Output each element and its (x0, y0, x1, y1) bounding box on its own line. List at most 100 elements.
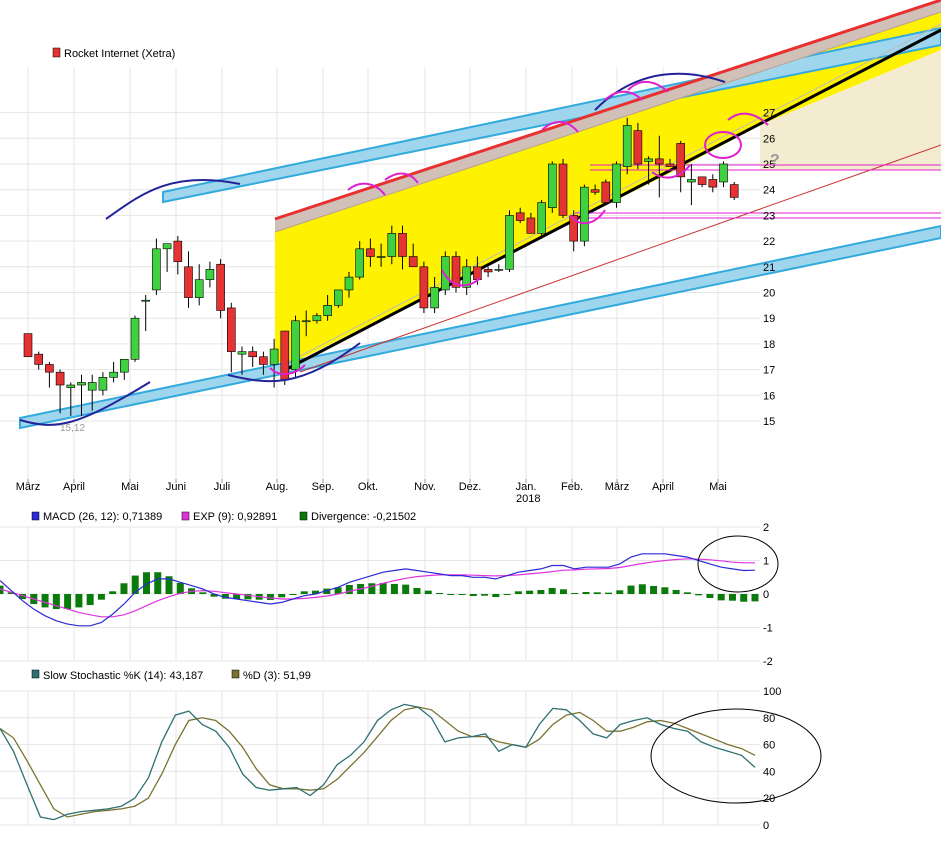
candle-up (130, 317, 140, 360)
question-mark-annotation: ? (770, 152, 780, 169)
price-x-tick-label: Juli (214, 481, 231, 493)
price-x-tick-label: März (16, 481, 40, 493)
divergence-bar (379, 582, 387, 594)
price-y-tick-label: 17 (763, 365, 775, 377)
candle-up (355, 248, 365, 278)
low-price-label: 15,12 (60, 423, 85, 434)
divergence-bar (728, 594, 736, 601)
stoch-d-legend-label: %D (3): 51,99 (243, 670, 311, 682)
divergence-bar (458, 594, 466, 595)
candle-down (45, 364, 54, 373)
candle-up (719, 163, 728, 183)
divergence-bar (638, 584, 646, 594)
divergence-bar (548, 587, 556, 594)
price-x-tick-label: Nov. (414, 481, 436, 493)
candle-up (120, 359, 129, 373)
candle-up (87, 382, 97, 391)
candle-up (98, 377, 108, 391)
candle-down (590, 189, 600, 193)
candle-up (333, 289, 343, 306)
price-x-tick-label: April (652, 481, 674, 493)
candle-down (34, 353, 44, 365)
candle-down (558, 163, 568, 216)
divergence-legend-label: Divergence: -0,21502 (311, 511, 416, 523)
divergence-bar (300, 591, 308, 594)
stoch-panel: 020406080100 Slow Stochastic %K (14): 43… (0, 669, 822, 832)
price-y-tick-label: 16 (763, 390, 775, 402)
price-x-tick-label: Mai (121, 481, 139, 493)
divergence-bar (559, 589, 567, 594)
candle-down (515, 212, 525, 221)
candle-up (430, 287, 439, 309)
exp-legend-swatch (181, 511, 190, 521)
exp-legend-label: EXP (9): 0,92891 (193, 511, 277, 523)
stoch-k-line (0, 703, 756, 821)
candle-up (687, 179, 696, 183)
price-legend-label: Rocket Internet (Xetra) (64, 48, 175, 60)
price-x-tick-label: Aug. (266, 481, 289, 493)
candle-up (376, 256, 386, 258)
candle-up (440, 256, 450, 291)
candle-up (622, 125, 632, 167)
candle-down (248, 351, 257, 358)
stoch-grid (0, 690, 760, 826)
price-y-tick-label: 18 (763, 339, 775, 351)
divergence-bar (199, 592, 207, 594)
divergence-bar (627, 585, 635, 594)
candle-up (612, 163, 621, 203)
candle-down (173, 240, 183, 262)
candle-down (408, 256, 418, 268)
stoch-k-legend-label: Slow Stochastic %K (14): 43,187 (43, 670, 203, 682)
divergence-bar (740, 594, 748, 602)
price-y-tick-label: 15 (763, 416, 775, 428)
stoch-y-tick-label: 80 (763, 713, 775, 725)
price-y-tick-label: 23 (763, 210, 775, 222)
price-panel: 15161718192021222324252627 März April Mai J… (0, 0, 941, 505)
candle-down (633, 130, 643, 165)
divergence-bar (97, 594, 105, 600)
candle-up (237, 351, 247, 355)
macd-y-tick-label: 1 (763, 556, 769, 568)
divergence-bar (616, 590, 624, 594)
price-x-axis: März April Mai Juni Juli Aug. Sep. Okt. Nov. Dez.… (16, 479, 727, 493)
candle-up (323, 305, 332, 316)
divergence-bar (413, 587, 421, 594)
divergence-bar (120, 583, 128, 594)
candle-up (77, 382, 86, 386)
candle-down (23, 333, 33, 358)
candle-down (729, 184, 739, 198)
candle-down (473, 266, 482, 280)
price-y-tick-label: 22 (763, 236, 775, 248)
price-y-tick-label: 27 (763, 108, 775, 120)
candle-down (227, 307, 236, 352)
divergence-bar (289, 594, 297, 595)
divergence-bar (266, 594, 274, 601)
divergence-bar (717, 594, 725, 601)
stoch-y-tick-label: 60 (763, 740, 775, 752)
price-x-tick-label: Jan. (516, 481, 537, 493)
candle-up (547, 163, 557, 208)
candle-down (601, 181, 611, 203)
divergence-legend-swatch (299, 511, 308, 521)
macd-divergence-bars (0, 572, 759, 610)
divergence-bar (402, 584, 410, 594)
candle-down (697, 176, 707, 185)
candle-up (301, 320, 311, 323)
divergence-bar (537, 589, 545, 594)
macd-y-tick-label: 0 (763, 589, 769, 601)
macd-y-tick-label: -2 (763, 656, 773, 668)
candle-down (708, 179, 718, 188)
candle-down (483, 269, 493, 273)
divergence-bar (75, 594, 83, 608)
price-legend: Rocket Internet (Xetra) (52, 47, 175, 60)
divergence-bar (390, 583, 398, 594)
divergence-bar (481, 594, 489, 596)
divergence-bar (582, 591, 590, 594)
candle-down (259, 356, 268, 365)
price-y-tick-label: 21 (763, 262, 775, 274)
price-x-tick-label: Okt. (358, 481, 378, 493)
macd-legend-swatch (31, 511, 40, 521)
candle-down (184, 266, 193, 298)
candle-down (419, 266, 429, 309)
candle-up (109, 371, 118, 378)
